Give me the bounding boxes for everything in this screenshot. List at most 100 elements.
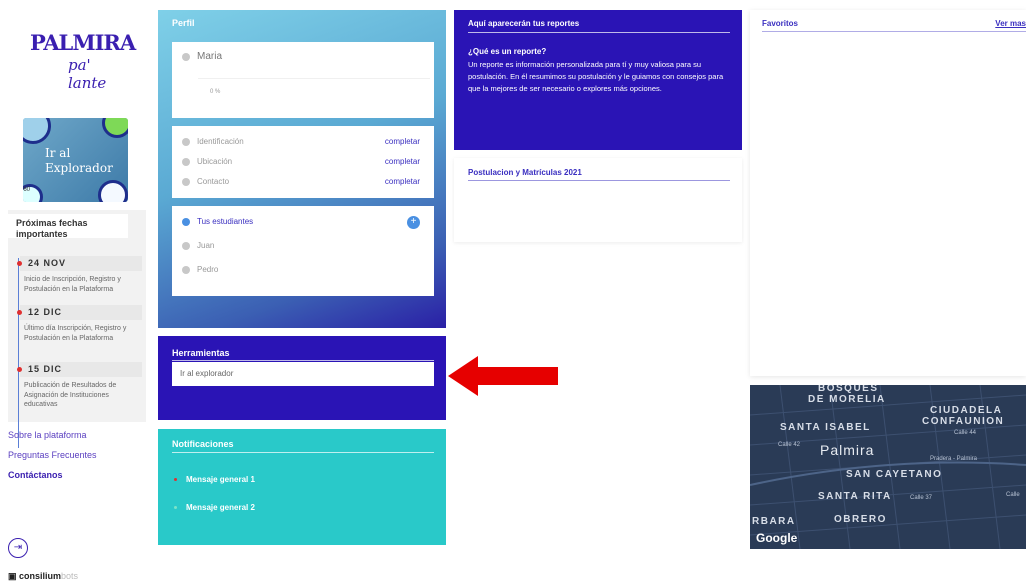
- profile-fields-card: Identificación completar Ubicación compl…: [172, 126, 434, 198]
- favorites-title: Favoritos: [762, 19, 799, 28]
- field-label: Ubicación: [197, 157, 233, 166]
- map-street-label: Pradera - Palmira: [930, 456, 978, 462]
- logout-icon[interactable]: ⇥: [8, 538, 28, 558]
- map-label: BOSQUES: [818, 385, 879, 394]
- map-view[interactable]: BOSQUES DE MORELIA CIUDADELA CONFAUNION …: [750, 385, 1026, 549]
- field-label: Contacto: [197, 177, 230, 186]
- students-header: Tus estudiantes +: [172, 212, 434, 232]
- runner-icon: [23, 118, 51, 144]
- map-label: RBARA: [752, 516, 796, 527]
- profile-field-row: Identificación completar: [172, 132, 434, 152]
- explorer-card-button[interactable]: 360 Ir al Explorador: [23, 118, 128, 202]
- map-label: SANTA ISABEL: [780, 422, 871, 433]
- consilium-brand: ▣ consiliumbots: [8, 571, 78, 582]
- tools-panel: Herramientas Ir al explorador: [158, 336, 446, 420]
- map-street-label: Calle: [1006, 492, 1020, 498]
- check-icon: [182, 242, 190, 250]
- profile-name: Maria: [197, 51, 223, 62]
- date-label: 12 DIC: [20, 305, 142, 320]
- link-faq[interactable]: Preguntas Frecuentes: [8, 450, 97, 460]
- status-dot-icon: [182, 53, 190, 61]
- favorites-panel: Favoritos Ver mas: [750, 10, 1026, 376]
- date-description: Inicio de Inscripción, Registro y Postul…: [24, 276, 121, 293]
- tools-title: Herramientas: [172, 348, 230, 358]
- map-street-label: Calle 44: [954, 430, 977, 436]
- divider: [172, 360, 434, 361]
- map-city-label: Palmira: [820, 442, 875, 458]
- timeline-dot: [17, 310, 22, 315]
- map-pin-icon: [102, 118, 128, 138]
- badge-360-icon: 360: [23, 184, 43, 202]
- date-item: 15 DIC Publicación de Resultados de Asig…: [17, 362, 142, 410]
- map-label: SAN CAYETANO: [846, 469, 943, 480]
- reports-question: ¿Qué es un reporte?: [468, 47, 547, 56]
- complete-contact-link[interactable]: completar: [385, 172, 420, 192]
- profile-title: Perfil: [172, 18, 195, 28]
- brand-icon: ▣: [8, 571, 20, 581]
- check-icon: [182, 266, 190, 274]
- date-label: 24 NOV: [20, 256, 142, 271]
- brand-name: consilium: [19, 571, 62, 581]
- upcoming-dates-box: Próximas fechas importantes 24 NOV Inici…: [8, 210, 146, 448]
- google-attribution: Google: [756, 531, 798, 545]
- profile-progress: 0 %: [198, 78, 430, 104]
- date-description: Publicación de Resultados de Asignación …: [24, 382, 117, 408]
- brand-suffix: bots: [61, 571, 79, 581]
- date-item: 12 DIC Último día Inscripción, Registro …: [17, 305, 142, 343]
- map-label: OBRERO: [834, 514, 887, 525]
- notification-text: Mensaje general 1: [186, 475, 255, 484]
- notifications-title: Notificaciones: [172, 439, 234, 449]
- reports-panel: Aquí aparecerán tus reportes ¿Qué es un …: [454, 10, 742, 150]
- reports-description: Un reporte es información personalizada …: [468, 60, 724, 93]
- student-name: Juan: [197, 241, 215, 250]
- profile-name-card: Maria 0 %: [172, 42, 434, 118]
- palmira-logo[interactable]: PALMIRA pa' lante: [30, 30, 136, 92]
- students-card: Tus estudiantes + Juan Pedro: [172, 206, 434, 296]
- tool-explorer-link[interactable]: Ir al explorador: [172, 362, 434, 386]
- student-item[interactable]: Juan: [172, 236, 434, 256]
- add-student-button[interactable]: +: [407, 216, 420, 229]
- red-arrow-icon: [448, 356, 558, 396]
- map-street-label: Calle 42: [778, 442, 801, 448]
- sidebar: PALMIRA pa' lante 360 Ir al Explorador P…: [0, 0, 146, 584]
- date-description: Último día Inscripción, Registro y Postu…: [24, 325, 127, 342]
- notification-item[interactable]: Mensaje general 1: [172, 475, 255, 484]
- reports-title: Aquí aparecerán tus reportes: [468, 19, 580, 28]
- map-label: SANTA RITA: [818, 491, 892, 502]
- explorer-card-label: Ir al Explorador: [45, 146, 113, 175]
- badge-360-label: 360: [23, 187, 31, 193]
- notification-item[interactable]: Mensaje general 2: [172, 503, 255, 512]
- notifications-panel: Notificaciones Mensaje general 1 Mensaje…: [158, 429, 446, 545]
- student-item[interactable]: Pedro: [172, 260, 434, 280]
- link-about-platform[interactable]: Sobre la plataforma: [8, 430, 97, 440]
- students-label: Tus estudiantes: [197, 217, 254, 226]
- application-panel: Postulacion y Matrículas 2021: [454, 158, 742, 242]
- timeline-dot: [17, 261, 22, 266]
- map-label: DE MORELIA: [808, 394, 886, 405]
- check-icon: [182, 218, 190, 226]
- divider: [468, 180, 730, 181]
- map-label: CIUDADELA: [930, 405, 1003, 416]
- divider: [468, 32, 730, 33]
- check-icon: [182, 138, 190, 146]
- logo-text-sub: pa' lante: [68, 56, 107, 92]
- complete-location-link[interactable]: completar: [385, 152, 420, 172]
- profile-field-row: Contacto completar: [172, 172, 434, 192]
- link-contact[interactable]: Contáctanos: [8, 470, 97, 480]
- timeline-dot: [17, 367, 22, 372]
- profile-panel: Perfil Maria 0 % Identificación completa…: [158, 10, 446, 328]
- profile-name-row: Maria: [172, 42, 434, 72]
- divider: [172, 452, 434, 453]
- student-name: Pedro: [197, 265, 219, 274]
- divider: [762, 31, 1026, 32]
- see-more-link[interactable]: Ver mas: [995, 19, 1026, 28]
- cursor-icon: [98, 180, 128, 202]
- notification-dot: [174, 506, 177, 509]
- date-item: 24 NOV Inicio de Inscripción, Registro y…: [17, 256, 142, 294]
- map-label: CONFAUNION: [922, 416, 1005, 427]
- notification-dot: [174, 478, 177, 481]
- logo-text-main: PALMIRA: [30, 30, 136, 55]
- complete-identification-link[interactable]: completar: [385, 132, 420, 152]
- timeline-line: [18, 258, 19, 448]
- sidebar-links: Sobre la plataforma Preguntas Frecuentes…: [8, 430, 97, 490]
